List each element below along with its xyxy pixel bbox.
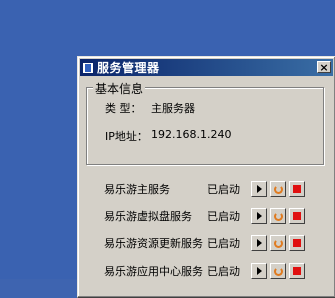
service-name: 易乐游资源更新服务 — [104, 237, 203, 250]
ip-value: 192.168.1.240 — [151, 128, 232, 141]
start-button[interactable] — [251, 235, 267, 251]
restart-icon — [273, 266, 283, 276]
start-button[interactable] — [251, 263, 267, 279]
restart-icon — [273, 184, 283, 194]
restart-button[interactable] — [270, 181, 286, 197]
ip-label: IP地址： — [105, 130, 148, 143]
service-row-resource-update: 易乐游资源更新服务 已启动 — [104, 235, 334, 251]
stop-icon — [293, 267, 301, 275]
start-button[interactable] — [251, 208, 267, 224]
play-icon — [256, 212, 262, 220]
restart-icon — [273, 211, 283, 221]
stop-icon — [293, 212, 301, 220]
restart-button[interactable] — [270, 208, 286, 224]
service-row-main: 易乐游主服务 已启动 — [104, 181, 334, 197]
service-manager-window: 服务管理器 × 基本信息 类 型： 主服务器 IP地址： 192.168.1.2… — [77, 56, 335, 298]
play-icon — [256, 239, 262, 247]
service-status: 已启动 — [207, 265, 240, 278]
window-title: 服务管理器 — [97, 61, 160, 75]
stop-button[interactable] — [289, 181, 305, 197]
start-button[interactable] — [251, 181, 267, 197]
restart-button[interactable] — [270, 235, 286, 251]
play-icon — [256, 267, 262, 275]
service-status: 已启动 — [207, 183, 240, 196]
ip-row: IP地址： 192.168.1.240 — [105, 128, 231, 144]
basic-info-legend: 基本信息 — [93, 80, 146, 97]
type-label: 类 型： — [105, 102, 142, 115]
service-name: 易乐游虚拟盘服务 — [104, 210, 192, 223]
stop-button[interactable] — [289, 263, 305, 279]
basic-info-group: 基本信息 类 型： 主服务器 IP地址： 192.168.1.240 — [86, 80, 324, 165]
stop-icon — [293, 185, 301, 193]
close-button[interactable]: × — [317, 61, 331, 73]
type-value: 主服务器 — [151, 102, 195, 115]
service-row-app-center: 易乐游应用中心服务 已启动 — [104, 263, 334, 279]
stop-button[interactable] — [289, 208, 305, 224]
app-icon — [82, 61, 94, 74]
service-row-virtual-disk: 易乐游虚拟盘服务 已启动 — [104, 208, 334, 224]
type-row: 类 型： 主服务器 — [105, 100, 195, 116]
service-name: 易乐游应用中心服务 — [104, 265, 203, 278]
service-status: 已启动 — [207, 237, 240, 250]
restart-button[interactable] — [270, 263, 286, 279]
stop-button[interactable] — [289, 235, 305, 251]
service-name: 易乐游主服务 — [104, 183, 170, 196]
stop-icon — [293, 239, 301, 247]
service-status: 已启动 — [207, 210, 240, 223]
play-icon — [256, 185, 262, 193]
title-bar[interactable]: 服务管理器 × — [80, 59, 333, 76]
restart-icon — [273, 238, 283, 248]
